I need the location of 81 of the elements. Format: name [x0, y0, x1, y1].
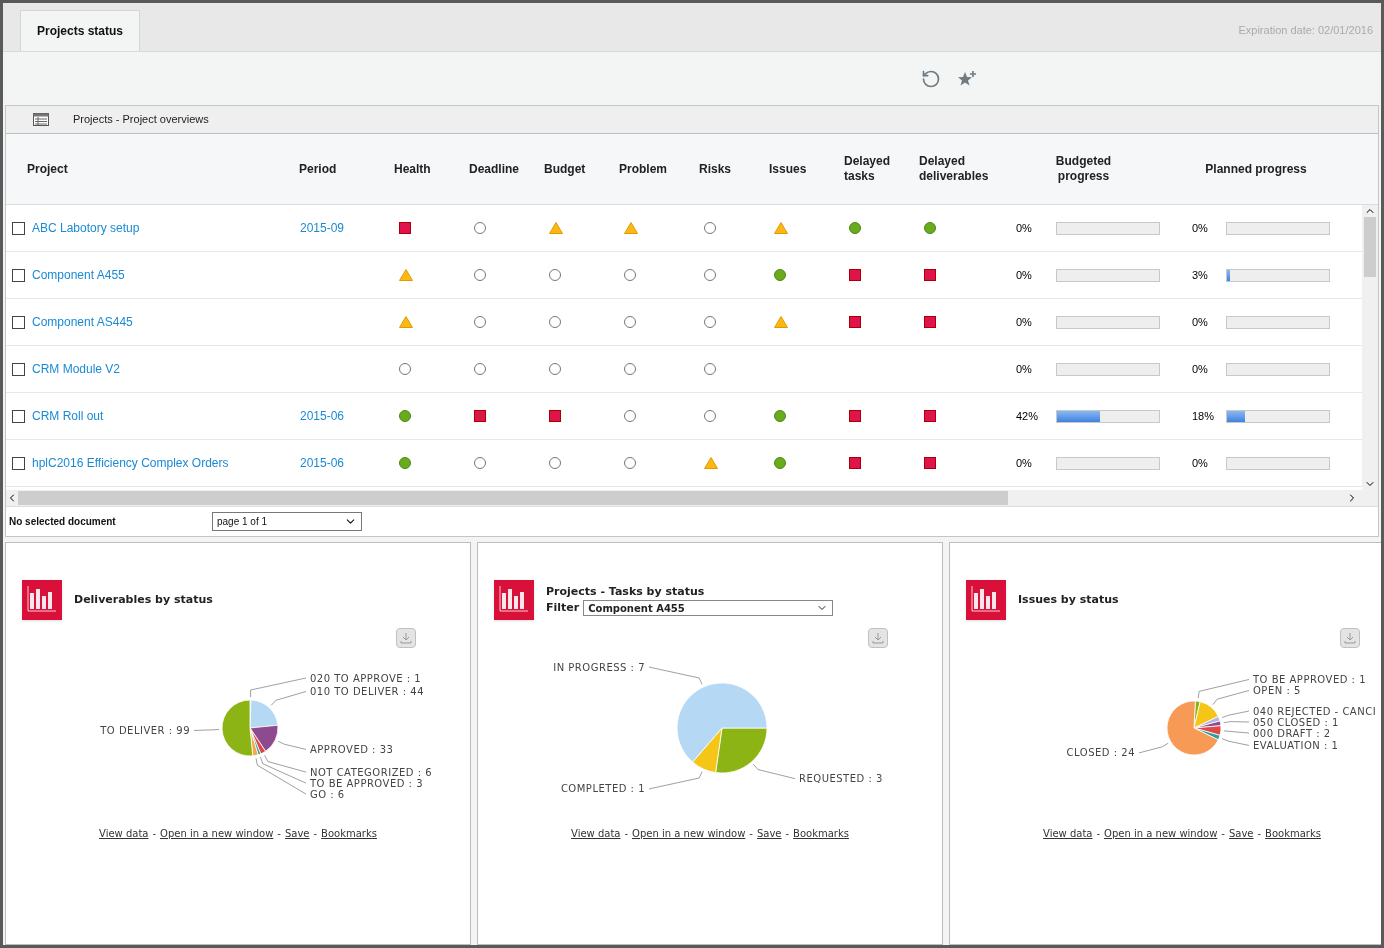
chart-title: Deliverables by status	[74, 591, 213, 608]
chart-link[interactable]: View data	[571, 826, 621, 841]
chart-link[interactable]: Save	[1228, 826, 1254, 841]
slice-label: 010 TO DELIVER : 44	[310, 686, 425, 697]
page-select[interactable]: page 1 of 1	[212, 512, 362, 531]
period-link[interactable]: 2015-06	[300, 409, 345, 423]
slice-label: 000 DRAFT : 2	[1253, 727, 1331, 739]
slice-label: EVALUATION : 1	[1253, 739, 1339, 751]
slice-label: REQUESTED : 3	[799, 773, 883, 785]
percent-text: 0%	[1191, 455, 1209, 471]
link-separator: -	[277, 827, 281, 841]
column-header: Budget	[543, 161, 587, 177]
chart-link[interactable]: Bookmarks	[321, 826, 377, 841]
chart-link[interactable]: Save	[284, 826, 310, 841]
panel-title: Projects - Project overviews	[73, 112, 209, 128]
column-header: Budgeted progress	[1054, 154, 1113, 184]
period-link[interactable]: 2015-06	[300, 456, 345, 470]
percent-text: 0%	[1015, 455, 1033, 471]
percent-text: 3%	[1191, 267, 1209, 283]
column-header: Delayed deliverables	[918, 154, 990, 184]
percent-text: 0%	[1015, 267, 1033, 283]
project-link[interactable]: Component A455	[32, 266, 125, 284]
link-separator: -	[624, 827, 629, 841]
chart-link[interactable]: Open in a new window	[632, 826, 746, 841]
percent-text: 18%	[1191, 408, 1216, 424]
link-separator: -	[152, 827, 157, 841]
expiration-date: Expiration date: 02/01/2016	[1238, 23, 1373, 38]
column-header: Deadline	[468, 161, 520, 177]
percent-text: 0%	[1015, 361, 1033, 377]
percent-text: 0%	[1015, 220, 1033, 236]
chart-link[interactable]: View data	[99, 826, 149, 841]
column-header: Health	[393, 161, 432, 177]
chart-link[interactable]: Bookmarks	[1265, 826, 1321, 841]
chart-link[interactable]: View data	[1043, 826, 1093, 841]
chart-title: Projects - Tasks by status	[546, 583, 706, 600]
period-link[interactable]: 2015-09	[300, 221, 345, 235]
link-separator: -	[749, 827, 753, 841]
slice-label: OPEN : 5	[1253, 685, 1301, 696]
project-link[interactable]: Component AS445	[32, 313, 133, 331]
slice-label: GO : 6	[310, 788, 345, 800]
percent-text: 42%	[1015, 408, 1040, 424]
slice-label: IN PROGRESS : 7	[553, 661, 645, 673]
project-link[interactable]: CRM Module V2	[32, 360, 121, 378]
percent-text: 0%	[1191, 314, 1209, 330]
link-separator: -	[313, 827, 318, 841]
link-separator: -	[785, 827, 790, 841]
project-link[interactable]: hplC2016 Efficiency Complex Orders	[32, 454, 229, 472]
chart-link[interactable]: Bookmarks	[793, 826, 849, 841]
slice-label: CLOSED : 24	[1066, 747, 1135, 759]
column-header: Planned progress	[1204, 161, 1308, 178]
column-header: Period	[298, 161, 338, 177]
slice-label: 040 REJECTED - CANCI	[1253, 705, 1377, 717]
chart-link[interactable]: Open in a new window	[1104, 826, 1218, 841]
percent-text: 0%	[1191, 361, 1209, 377]
column-header: Issues	[768, 161, 808, 177]
slice-label: 020 TO APPROVE : 1	[310, 672, 422, 684]
slice-label: 050 CLOSED : 1	[1253, 716, 1339, 728]
slice-label: TO DELIVER : 99	[100, 724, 190, 736]
percent-text: 0%	[1191, 220, 1209, 236]
column-header: Project	[26, 161, 69, 178]
project-link[interactable]: ABC Labotory setup	[32, 219, 140, 237]
filter-label: Filter	[546, 600, 580, 616]
filter-select[interactable]: Component A455	[583, 600, 834, 617]
chart-title: Issues by status	[1018, 591, 1119, 608]
chart-link[interactable]: Open in a new window	[160, 826, 274, 841]
slice-label: NOT CATEGORIZED : 6	[310, 766, 433, 778]
tab[interactable]: Projects status	[20, 10, 141, 51]
selection-status: No selected document	[8, 515, 117, 529]
project-link[interactable]: CRM Roll out	[32, 407, 104, 425]
link-separator: -	[1257, 827, 1262, 841]
link-separator: -	[1221, 827, 1225, 841]
chart-link[interactable]: Save	[756, 826, 782, 841]
percent-text: 0%	[1015, 314, 1033, 330]
slice-label: TO BE APPROVED : 3	[310, 777, 423, 789]
slice-label: COMPLETED : 1	[560, 783, 645, 795]
link-separator: -	[1096, 827, 1101, 841]
column-header: Problem	[618, 161, 668, 177]
column-header: Delayed tasks	[843, 154, 892, 184]
slice-label: TO BE APPROVED : 1	[1253, 674, 1366, 685]
slice-label: APPROVED : 33	[310, 743, 394, 755]
column-header: Risks	[698, 161, 733, 177]
